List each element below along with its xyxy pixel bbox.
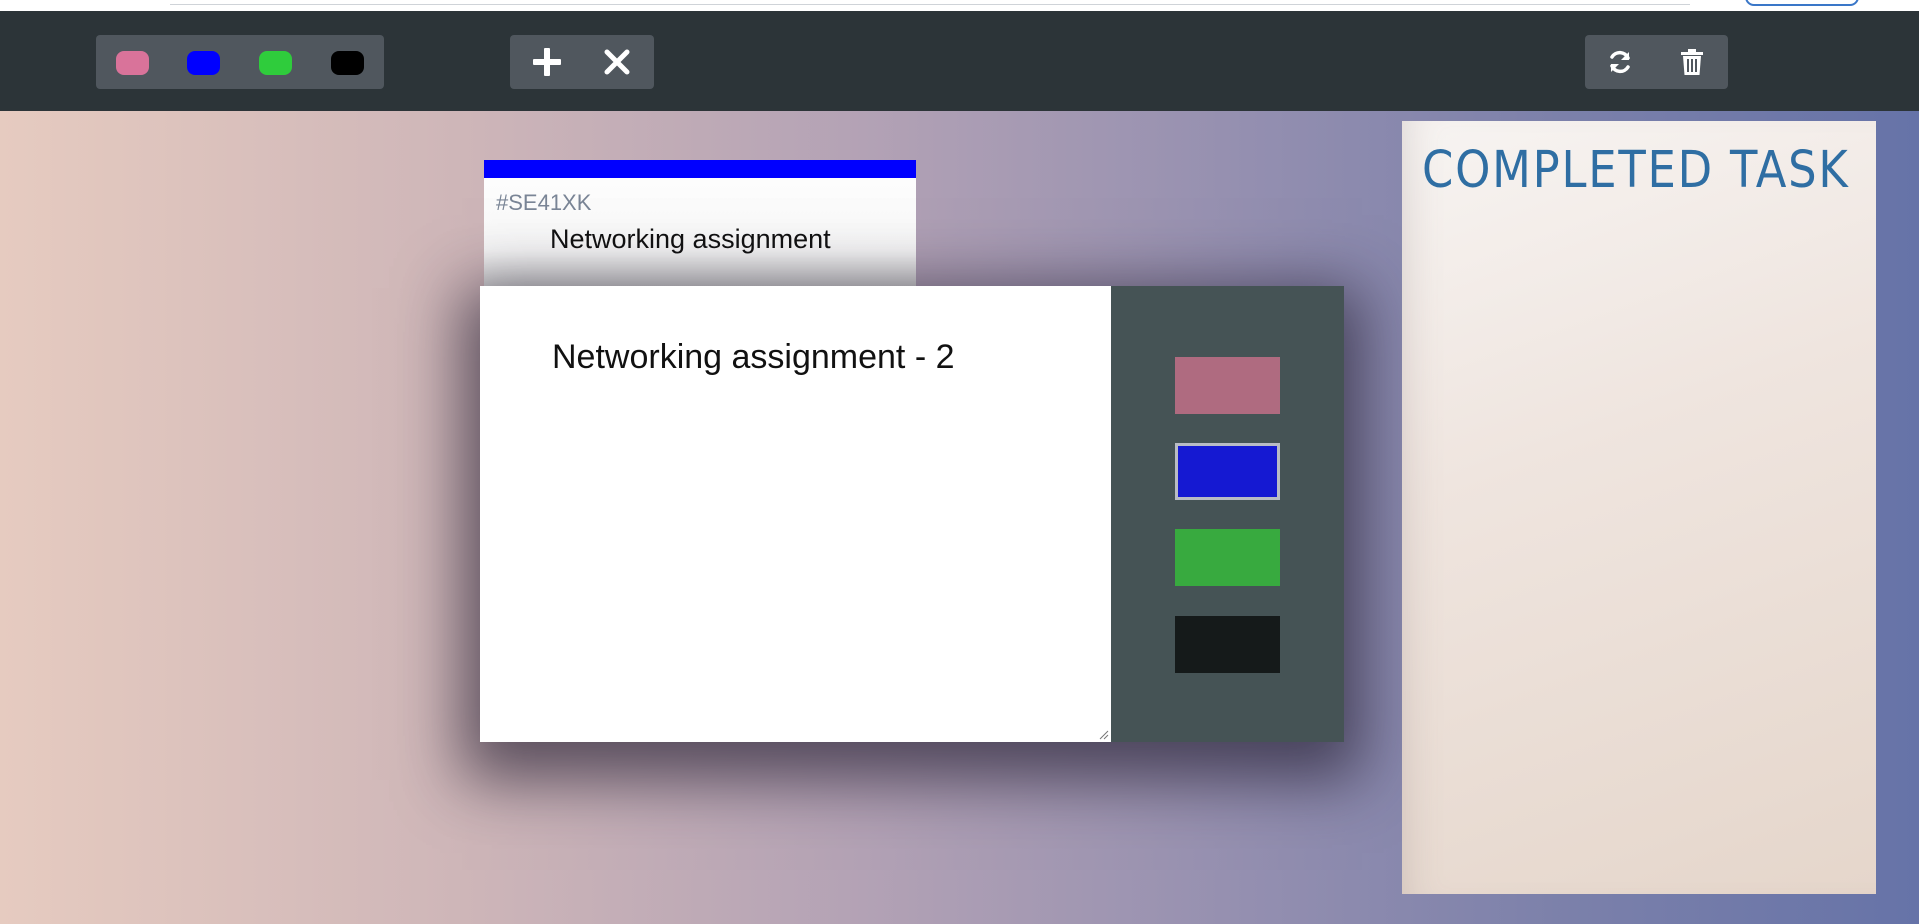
black-color-option[interactable] bbox=[1175, 616, 1280, 673]
task-text-area[interactable]: Networking assignment - 2 bbox=[480, 286, 1111, 742]
task-color-strip bbox=[484, 160, 916, 178]
task-id: #SE41XK bbox=[496, 190, 592, 215]
browser-top-edge bbox=[0, 0, 1919, 11]
pink-color-option[interactable] bbox=[1175, 357, 1280, 414]
tools-group bbox=[1585, 35, 1728, 89]
blue-color-option[interactable] bbox=[1175, 443, 1280, 500]
task-title: Networking assignment bbox=[550, 224, 831, 254]
color-filter-group bbox=[96, 35, 384, 89]
delete-button[interactable] bbox=[1657, 35, 1727, 89]
pink-color-filter[interactable] bbox=[116, 51, 149, 75]
remove-task-button[interactable] bbox=[582, 35, 652, 89]
close-icon bbox=[604, 49, 630, 75]
priority-color-panel bbox=[1111, 286, 1344, 742]
trash-icon bbox=[1681, 49, 1703, 75]
address-bar-edge bbox=[170, 0, 1690, 5]
browser-button-edge bbox=[1745, 0, 1859, 6]
plus-icon bbox=[533, 48, 561, 76]
blue-color-filter[interactable] bbox=[187, 51, 220, 75]
task-editor-modal: Networking assignment - 2 bbox=[480, 286, 1344, 742]
task-card[interactable]: #SE41XK Networking assignment bbox=[484, 160, 916, 290]
task-text-content: Networking assignment - 2 bbox=[552, 338, 955, 376]
completed-task-panel: COMPLETED TASK bbox=[1402, 121, 1876, 894]
add-task-button[interactable] bbox=[512, 35, 582, 89]
task-actions-group bbox=[510, 35, 654, 89]
black-color-filter[interactable] bbox=[331, 51, 364, 75]
green-color-option[interactable] bbox=[1175, 529, 1280, 586]
refresh-icon bbox=[1610, 50, 1630, 74]
green-color-filter[interactable] bbox=[259, 51, 292, 75]
top-navbar bbox=[0, 11, 1919, 111]
refresh-button[interactable] bbox=[1585, 35, 1655, 89]
completed-task-title: COMPLETED TASK bbox=[1422, 141, 1850, 200]
resize-grip-icon[interactable] bbox=[1097, 728, 1109, 740]
